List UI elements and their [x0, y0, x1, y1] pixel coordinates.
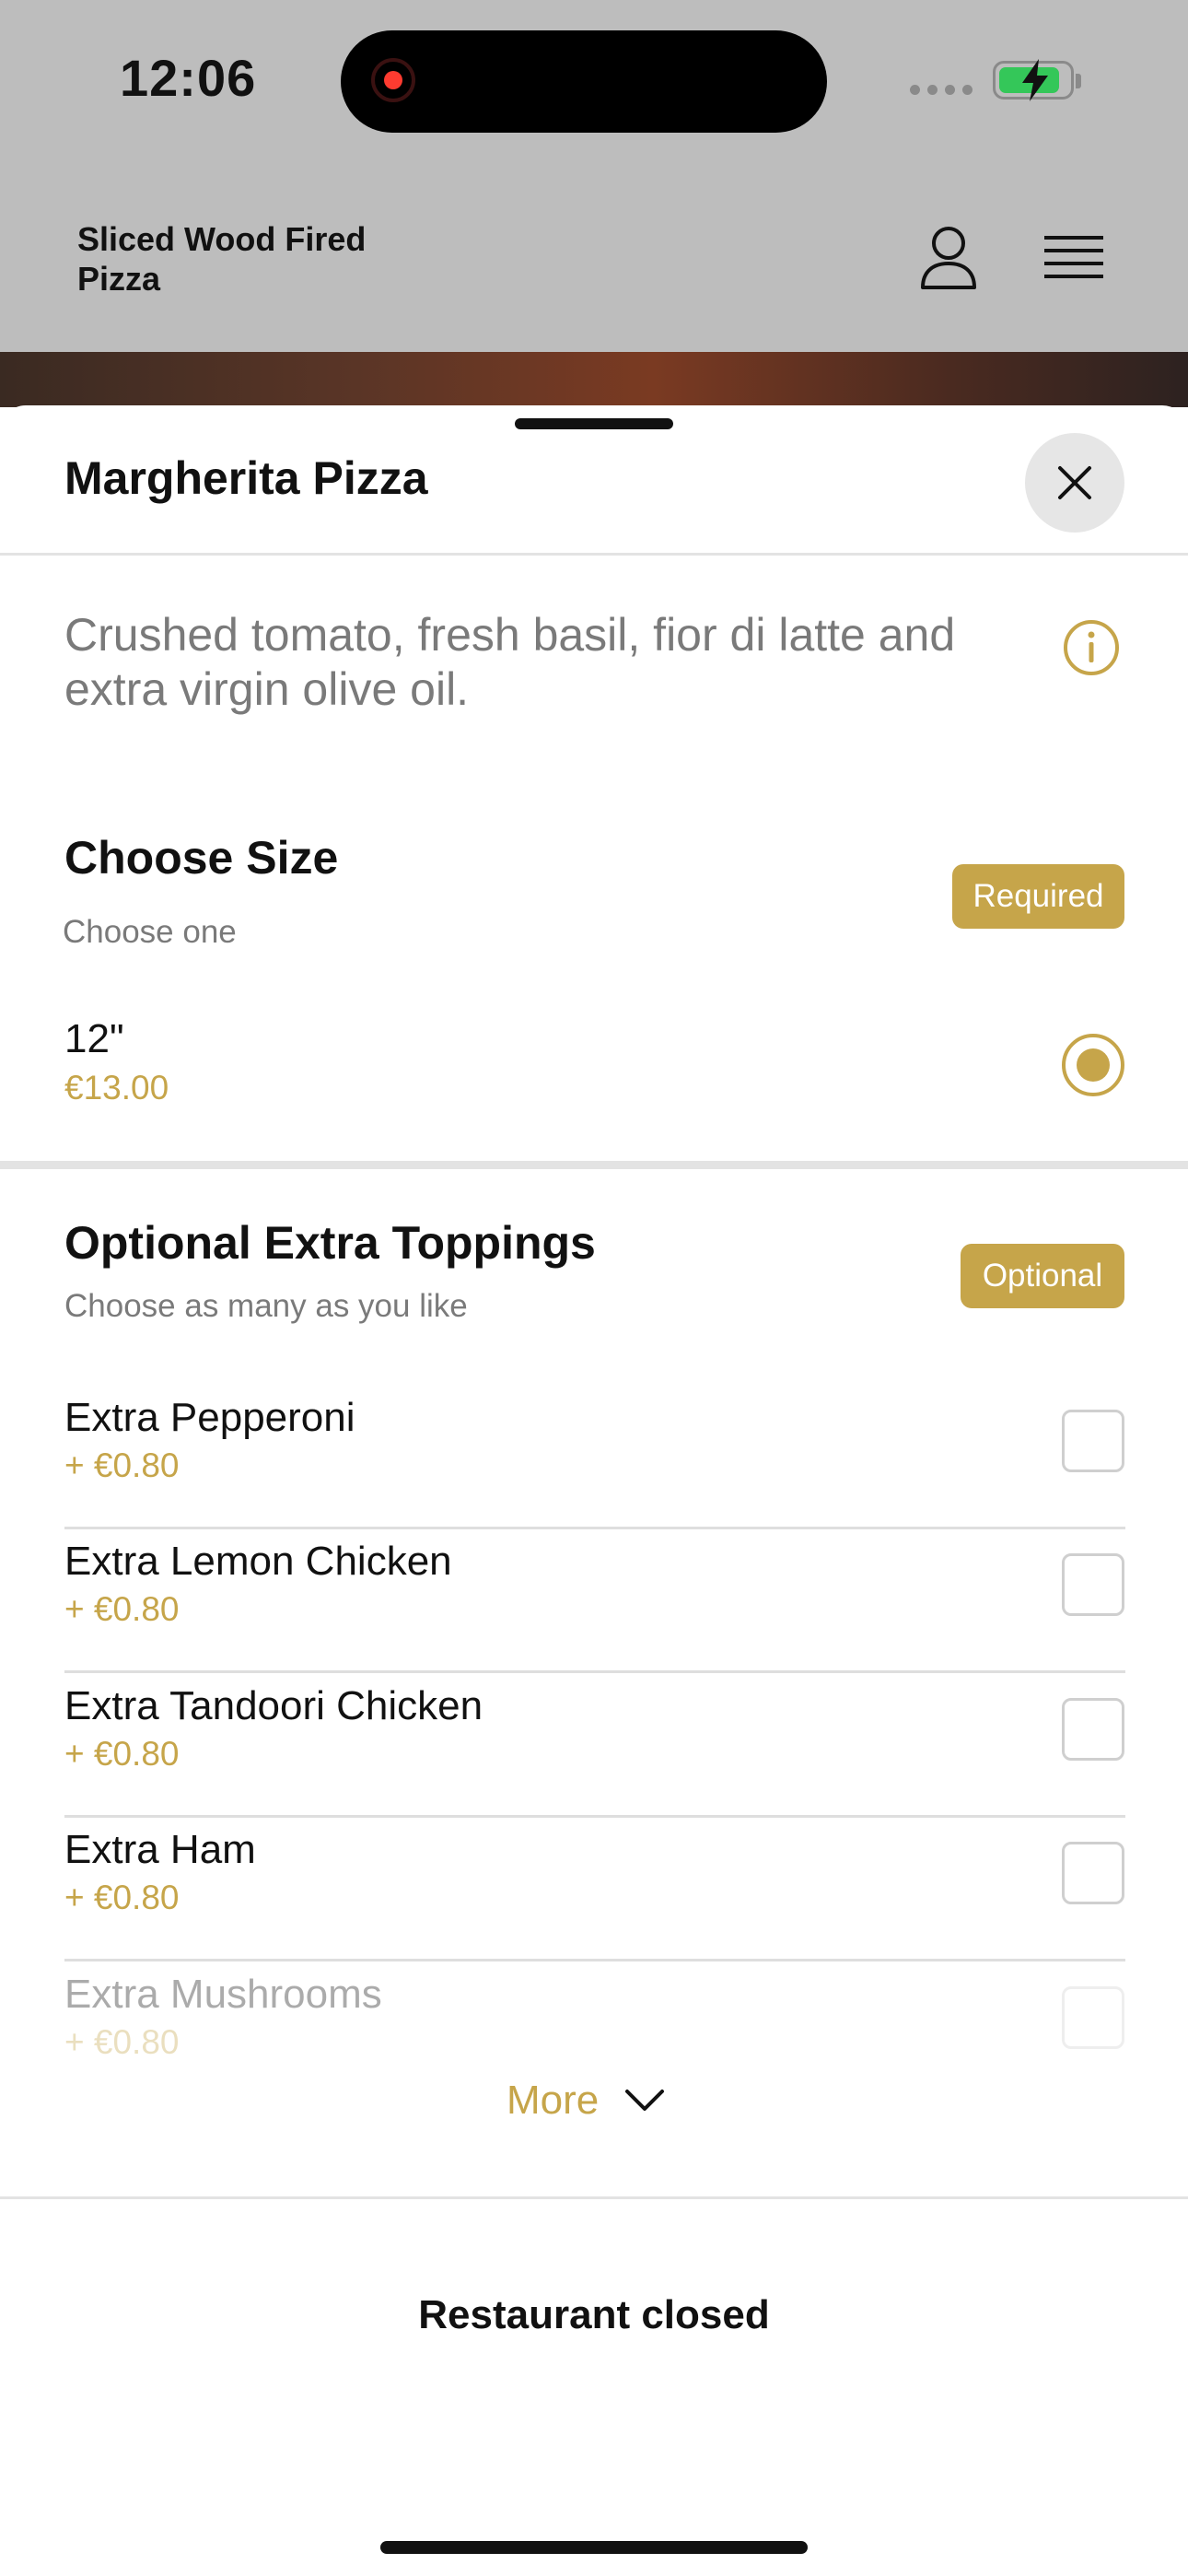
- section-divider: [0, 1161, 1188, 1169]
- restaurant-closed-label: Restaurant closed: [418, 2292, 770, 2337]
- size-section-title: Choose Size: [64, 832, 339, 884]
- topping-row[interactable]: Extra Tandoori Chicken + €0.80: [64, 1672, 1125, 1818]
- item-sheet: Margherita Pizza Crushed tomato, fresh b…: [0, 405, 1188, 2576]
- toppings-section-title: Optional Extra Toppings: [64, 1217, 596, 1269]
- topping-row[interactable]: Extra Pepperoni + €0.80: [64, 1384, 1125, 1529]
- topping-price: + €0.80: [64, 1590, 180, 1628]
- charging-bolt-icon: [1022, 59, 1048, 101]
- status-time: 12:06: [120, 49, 257, 107]
- item-description: Crushed tomato, fresh basil, fior di lat…: [64, 609, 956, 715]
- topping-checkbox[interactable]: [1062, 1986, 1124, 2049]
- recording-indicator-icon: [371, 58, 415, 102]
- size-option-price: €13.00: [64, 1069, 169, 1107]
- topping-checkbox[interactable]: [1062, 1553, 1124, 1616]
- info-icon[interactable]: [1062, 618, 1121, 677]
- size-radio-selected[interactable]: [1062, 1034, 1124, 1096]
- topping-checkbox[interactable]: [1062, 1698, 1124, 1761]
- topping-checkbox[interactable]: [1062, 1410, 1124, 1472]
- topping-name: Extra Pepperoni: [64, 1395, 355, 1440]
- battery-cap: [1076, 74, 1081, 88]
- topping-name: Extra Ham: [64, 1827, 256, 1872]
- topping-row[interactable]: Extra Ham + €0.80: [64, 1816, 1125, 1961]
- home-indicator[interactable]: [380, 2541, 808, 2554]
- topping-price: + €0.80: [64, 1446, 180, 1484]
- close-icon: [1058, 466, 1091, 499]
- item-title: Margherita Pizza: [64, 452, 428, 504]
- required-badge: Required: [952, 864, 1124, 929]
- topping-checkbox[interactable]: [1062, 1842, 1124, 1904]
- cellular-signal-icon: [910, 85, 973, 95]
- sheet-grabber[interactable]: [515, 418, 673, 429]
- hero-image: [0, 352, 1188, 407]
- menu-icon[interactable]: [1044, 232, 1103, 284]
- topping-name: Extra Mushrooms: [64, 1972, 382, 2017]
- more-button[interactable]: More: [507, 2073, 665, 2128]
- optional-badge: Optional: [961, 1244, 1124, 1308]
- restaurant-name[interactable]: Sliced Wood Fired Pizza: [77, 219, 409, 299]
- chevron-down-icon: [625, 2090, 665, 2111]
- topping-price: + €0.80: [64, 2023, 180, 2061]
- account-icon[interactable]: [919, 225, 978, 291]
- topping-name: Extra Lemon Chicken: [64, 1539, 452, 1584]
- toppings-section-subtitle: Choose as many as you like: [64, 1288, 468, 1324]
- size-section-subtitle: Choose one: [63, 914, 237, 950]
- topping-name: Extra Tandoori Chicken: [64, 1683, 483, 1728]
- topping-row[interactable]: Extra Lemon Chicken + €0.80: [64, 1528, 1125, 1673]
- footer-divider: [0, 2196, 1188, 2199]
- more-label: More: [507, 2078, 600, 2123]
- close-button[interactable]: [1025, 433, 1124, 533]
- divider: [0, 553, 1188, 556]
- size-option-label: 12": [64, 1016, 124, 1061]
- topping-price: + €0.80: [64, 1735, 180, 1773]
- topping-price: + €0.80: [64, 1879, 180, 1916]
